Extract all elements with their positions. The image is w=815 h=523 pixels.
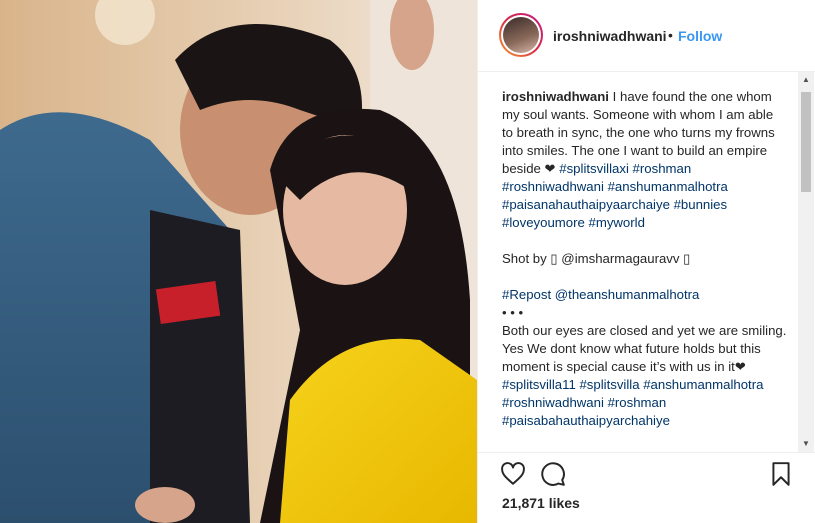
- scroll-down-arrow-icon[interactable]: ▼: [798, 436, 814, 452]
- post-sidebar: iroshniwadhwani • Follow iroshniwadhwani…: [477, 0, 815, 523]
- caption-bullets: • • •: [502, 305, 524, 320]
- post-caption: iroshniwadhwani I have found the one who…: [502, 88, 787, 453]
- caption-repost[interactable]: #Repost @theanshumanmalhotra: [502, 286, 787, 304]
- username-link[interactable]: iroshniwadhwani: [553, 28, 667, 44]
- heart-icon[interactable]: [500, 461, 526, 487]
- scroll-up-arrow-icon[interactable]: ▲: [798, 72, 814, 88]
- post-photo: [0, 0, 477, 523]
- separator-dot: •: [668, 27, 673, 43]
- caption-shot-by: Shot by ▯ @imsharmagauravv ▯: [502, 251, 691, 266]
- bookmark-icon[interactable]: [768, 461, 794, 487]
- caption-paragraph: iroshniwadhwani I have found the one who…: [502, 88, 787, 232]
- caption-body: Both our eyes are closed and yet we are …: [502, 322, 787, 430]
- caption-hashtags-2[interactable]: #splitsvilla11 #splitsvilla #anshumanmal…: [502, 377, 767, 428]
- likes-count[interactable]: 21,871 likes: [502, 495, 580, 511]
- caption-body-text: Both our eyes are closed and yet we are …: [502, 323, 787, 374]
- caption-scrollbar[interactable]: ▲ ▼: [798, 72, 814, 452]
- scrollbar-thumb[interactable]: [801, 92, 811, 192]
- caption-username[interactable]: iroshniwadhwani: [502, 89, 609, 104]
- avatar[interactable]: [499, 13, 543, 57]
- follow-button[interactable]: Follow: [678, 28, 722, 44]
- post-header: iroshniwadhwani • Follow: [478, 0, 815, 72]
- comment-icon[interactable]: [540, 461, 566, 487]
- post-actions: [478, 452, 815, 492]
